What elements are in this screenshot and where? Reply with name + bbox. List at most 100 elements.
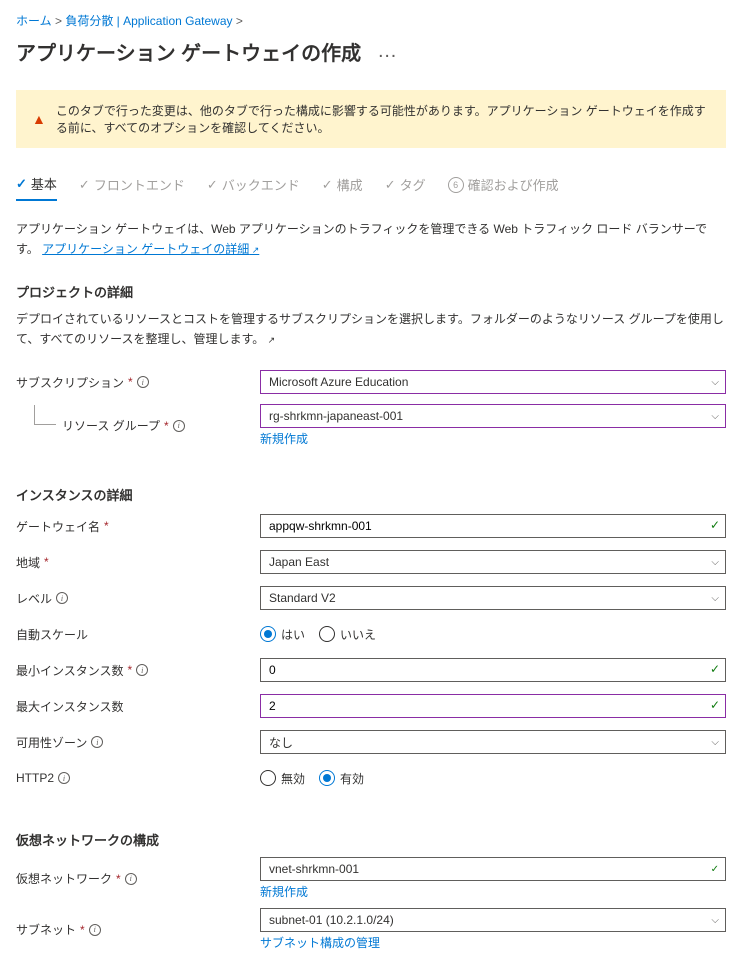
- label-az-text: 可用性ゾーン: [16, 734, 87, 751]
- check-icon: [322, 177, 333, 193]
- radio-yes-label: はい: [281, 626, 305, 643]
- more-icon[interactable]: …: [377, 40, 397, 63]
- label-tier: レベル: [16, 590, 260, 607]
- autoscale-no-radio[interactable]: いいえ: [319, 626, 376, 643]
- project-desc-text: デプロイされているリソースとコストを管理するサブスクリプションを選択します。フォ…: [16, 312, 724, 346]
- autoscale-yes-radio[interactable]: はい: [260, 626, 305, 643]
- check-icon: [207, 177, 218, 193]
- page-title: アプリケーション ゲートウェイの作成 …: [16, 37, 726, 70]
- valid-check-icon: ✓: [710, 518, 720, 532]
- radio-disabled-label: 無効: [281, 770, 305, 787]
- az-value: なし: [269, 734, 293, 751]
- label-vnet: 仮想ネットワーク *: [16, 870, 260, 887]
- label-rg-text: リソース グループ: [62, 417, 160, 434]
- tabs: 基本 フロントエンド バックエンド 構成 タグ 6確認および作成: [16, 174, 726, 201]
- rg-value: rg-shrkmn-japaneast-001: [269, 409, 403, 423]
- radio-icon: [319, 626, 335, 642]
- subscription-dropdown[interactable]: Microsoft Azure Education: [260, 370, 726, 394]
- label-min-text: 最小インスタンス数: [16, 662, 124, 679]
- check-icon: [385, 177, 396, 193]
- http2-enabled-radio[interactable]: 有効: [319, 770, 364, 787]
- breadcrumb: ホーム > 負荷分散 | Application Gateway >: [16, 8, 726, 37]
- breadcrumb-link[interactable]: 負荷分散 | Application Gateway: [65, 14, 232, 28]
- valid-check-icon: ✓: [710, 662, 720, 676]
- gateway-name-input[interactable]: [260, 514, 726, 538]
- vnet-dropdown[interactable]: vnet-shrkmn-001: [260, 857, 726, 881]
- tab-config[interactable]: 構成: [322, 174, 363, 201]
- label-region: 地域 *: [16, 554, 260, 571]
- subscription-value: Microsoft Azure Education: [269, 375, 408, 389]
- availability-zone-dropdown[interactable]: なし: [260, 730, 726, 754]
- check-icon: [16, 176, 27, 192]
- tab-backend-label: バックエンド: [222, 175, 300, 194]
- label-autoscale-text: 自動スケール: [16, 626, 88, 643]
- radio-icon: [260, 770, 276, 786]
- min-instances-input[interactable]: [260, 658, 726, 682]
- label-min-instances: 最小インスタンス数 *: [16, 662, 260, 679]
- warning-alert: ▲ このタブで行った変更は、他のタブで行った構成に影響する可能性があります。アプ…: [16, 90, 726, 148]
- info-icon[interactable]: [91, 736, 103, 748]
- step-number-icon: 6: [448, 177, 464, 193]
- radio-icon: [319, 770, 335, 786]
- label-http2: HTTP2: [16, 771, 260, 785]
- tier-dropdown[interactable]: Standard V2: [260, 586, 726, 610]
- autoscale-radio-group: はい いいえ: [260, 626, 726, 643]
- label-subscription: サブスクリプション *: [16, 374, 260, 391]
- subnet-dropdown[interactable]: subnet-01 (10.2.1.0/24): [260, 908, 726, 932]
- label-subnet-text: サブネット: [16, 921, 76, 938]
- tab-tag[interactable]: タグ: [385, 174, 426, 201]
- chevron-down-icon: [711, 377, 719, 388]
- radio-no-label: いいえ: [340, 626, 376, 643]
- vnet-value: vnet-shrkmn-001: [269, 862, 359, 876]
- chevron-down-icon: [711, 915, 719, 926]
- tier-value: Standard V2: [269, 591, 336, 605]
- tab-frontend[interactable]: フロントエンド: [79, 174, 185, 201]
- create-new-vnet-link[interactable]: 新規作成: [260, 883, 308, 900]
- check-icon: [711, 864, 719, 875]
- required-mark: *: [104, 519, 109, 533]
- tab-frontend-label: フロントエンド: [94, 175, 185, 194]
- page-title-text: アプリケーション ゲートウェイの作成: [16, 37, 361, 66]
- create-new-rg-link[interactable]: 新規作成: [260, 430, 308, 447]
- region-value: Japan East: [269, 555, 329, 569]
- label-http2-text: HTTP2: [16, 771, 54, 785]
- label-availability-zone: 可用性ゾーン: [16, 734, 260, 751]
- required-mark: *: [44, 555, 49, 569]
- tab-review-label: 確認および作成: [468, 175, 559, 194]
- radio-enabled-label: 有効: [340, 770, 364, 787]
- info-icon[interactable]: [136, 664, 148, 676]
- section-vnet-title: 仮想ネットワークの構成: [16, 830, 726, 849]
- info-icon[interactable]: [89, 924, 101, 936]
- tab-backend[interactable]: バックエンド: [207, 174, 300, 201]
- max-instances-input[interactable]: [260, 694, 726, 718]
- chevron-down-icon: [711, 411, 719, 422]
- info-icon[interactable]: [58, 772, 70, 784]
- label-max-text: 最大インスタンス数: [16, 698, 124, 715]
- region-dropdown[interactable]: Japan East: [260, 550, 726, 574]
- chevron-down-icon: [711, 593, 719, 604]
- tab-review[interactable]: 6確認および作成: [448, 174, 559, 201]
- label-subscription-text: サブスクリプション: [16, 374, 124, 391]
- check-icon: [79, 177, 90, 193]
- section-instance-title: インスタンスの詳細: [16, 485, 726, 504]
- learn-more-link[interactable]: アプリケーション ゲートウェイの詳細: [42, 242, 259, 256]
- label-max-instances: 最大インスタンス数: [16, 698, 260, 715]
- alert-text: このタブで行った変更は、他のタブで行った構成に影響する可能性があります。アプリケ…: [56, 102, 710, 136]
- subnet-value: subnet-01 (10.2.1.0/24): [269, 913, 394, 927]
- breadcrumb-home[interactable]: ホーム: [16, 14, 52, 28]
- tab-basic[interactable]: 基本: [16, 174, 57, 201]
- info-icon[interactable]: [173, 420, 185, 432]
- info-icon[interactable]: [56, 592, 68, 604]
- tab-tag-label: タグ: [400, 175, 426, 194]
- label-resource-group: リソース グループ *: [16, 417, 260, 434]
- manage-subnet-link[interactable]: サブネット構成の管理: [260, 934, 380, 951]
- label-autoscale: 自動スケール: [16, 626, 260, 643]
- resource-group-dropdown[interactable]: rg-shrkmn-japaneast-001: [260, 404, 726, 428]
- required-mark: *: [128, 663, 133, 677]
- http2-disabled-radio[interactable]: 無効: [260, 770, 305, 787]
- valid-check-icon: ✓: [710, 698, 720, 712]
- info-icon[interactable]: [125, 873, 137, 885]
- info-icon[interactable]: [137, 376, 149, 388]
- external-link-icon[interactable]: [268, 332, 276, 346]
- tab-config-label: 構成: [337, 175, 363, 194]
